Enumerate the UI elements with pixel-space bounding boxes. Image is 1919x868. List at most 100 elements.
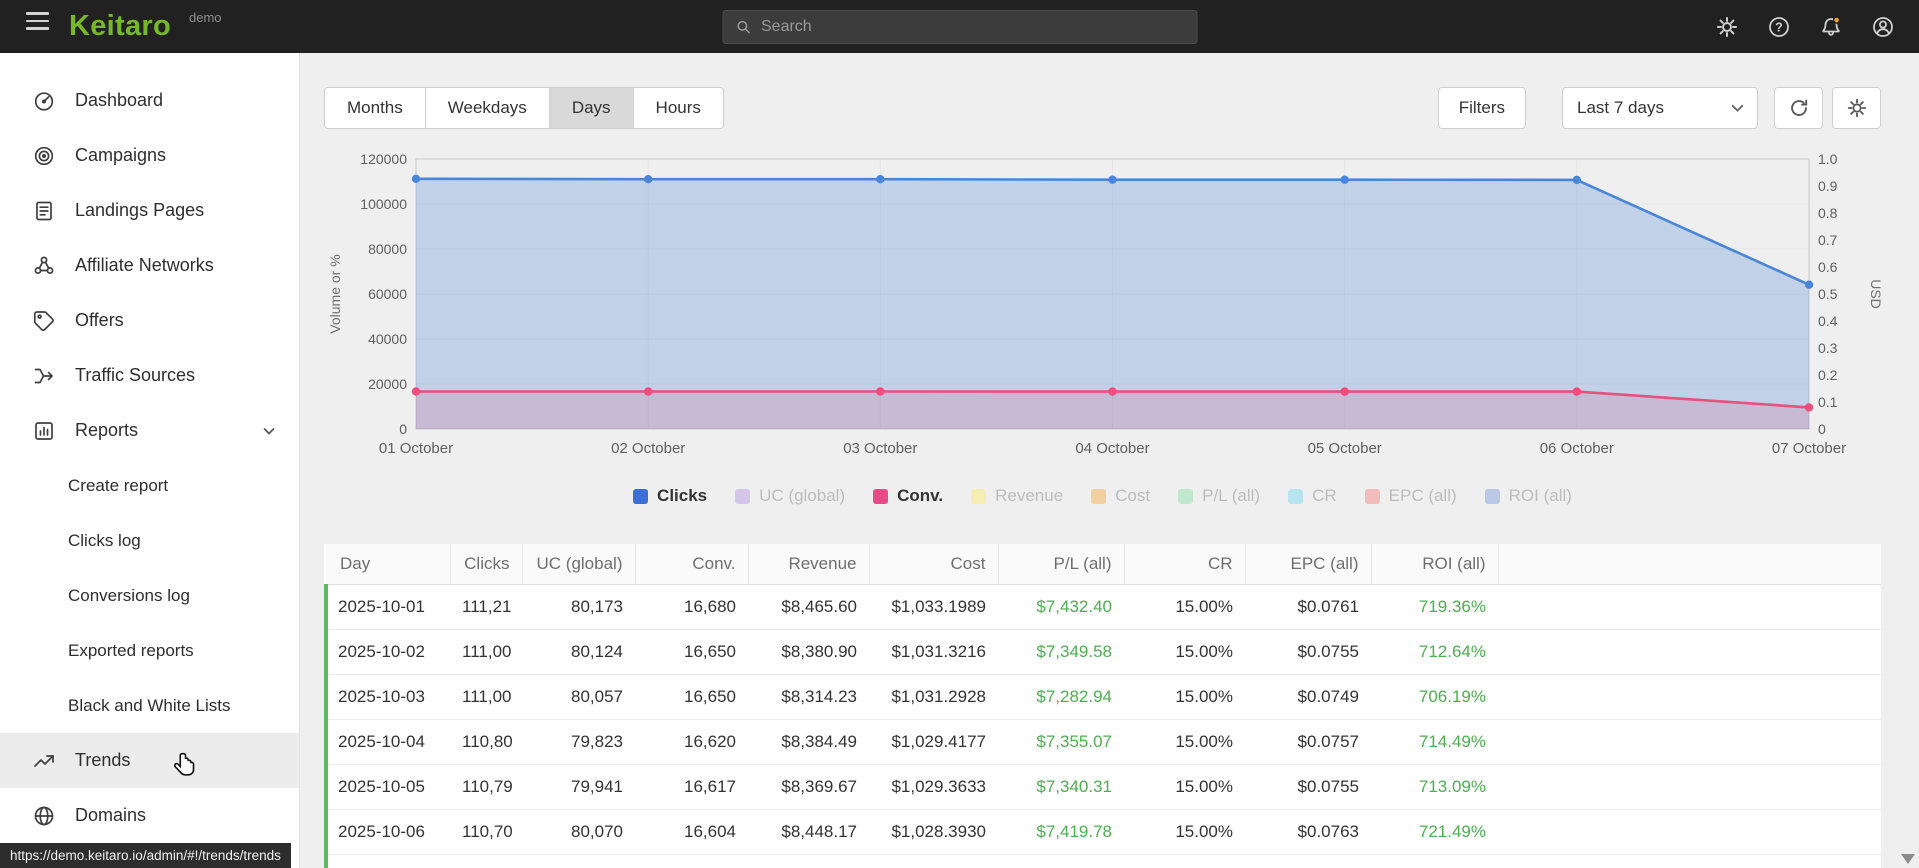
cell-roi-all: 712.64% xyxy=(1371,629,1498,675)
column-header-revenue[interactable]: Revenue xyxy=(748,544,870,585)
cell-filler xyxy=(1498,629,1881,675)
hamburger-menu-button[interactable] xyxy=(24,6,51,36)
legend-item-p-l-all[interactable]: P/L (all) xyxy=(1178,486,1260,506)
cell-day: 2025-10-03 xyxy=(324,674,450,720)
tab-hours[interactable]: Hours xyxy=(633,87,724,129)
sidebar-subitem-exported-reports[interactable]: Exported reports xyxy=(0,623,299,678)
legend-label: CR xyxy=(1312,486,1337,505)
sidebar-item-offers[interactable]: Offers xyxy=(0,293,299,348)
sidebar-item-affiliate-networks[interactable]: Affiliate Networks xyxy=(0,238,299,293)
cell-cr: 15.00% xyxy=(1124,854,1245,868)
svg-text:40000: 40000 xyxy=(368,331,407,347)
cell-clicks: 111,21 xyxy=(450,584,522,630)
settings-button[interactable] xyxy=(1715,15,1739,39)
tab-days[interactable]: Days xyxy=(549,87,634,129)
legend-label: EPC (all) xyxy=(1388,486,1457,505)
search-box[interactable] xyxy=(722,10,1197,44)
chart-settings-button[interactable] xyxy=(1832,87,1881,129)
user-icon xyxy=(1873,16,1893,37)
keitaro-logo[interactable]: Keitaro xyxy=(69,0,171,53)
tab-months[interactable]: Months xyxy=(324,87,426,129)
date-range-value: Last 7 days xyxy=(1577,98,1664,117)
table-row: 2025-10-05 110,79 79,941 16,617 $8,369.67 $1,… xyxy=(324,764,1881,810)
date-range-select[interactable]: Last 7 days xyxy=(1562,87,1758,129)
legend-item-revenue[interactable]: Revenue xyxy=(971,486,1063,506)
sidebar-item-domains[interactable]: Domains xyxy=(0,788,299,843)
legend-label: Revenue xyxy=(995,486,1064,505)
filters-button[interactable]: Filters xyxy=(1437,87,1526,129)
cell-cost: $1,029.3633 xyxy=(869,764,998,810)
legend-item-uc-global[interactable]: UC (global) xyxy=(735,486,845,506)
sidebar-item-landings-pages[interactable]: Landings Pages xyxy=(0,183,299,238)
sidebar-item-dashboard[interactable]: Dashboard xyxy=(0,73,299,128)
sidebar-item-label: Trends xyxy=(75,750,131,770)
affiliate-networks-icon xyxy=(34,256,54,274)
cell-roi-all: 716.66% xyxy=(1371,854,1498,868)
table-row: 2025-10-06 110,70 80,070 16,604 $8,448.17 $1,… xyxy=(324,809,1881,855)
sidebar-subitem-clicks-log[interactable]: Clicks log xyxy=(0,513,299,568)
column-header-day[interactable]: Day xyxy=(326,544,451,585)
sidebar: Dashboard Campaigns Landings Pages Affiliat… xyxy=(0,53,300,868)
sidebar-item-reports[interactable]: Reports xyxy=(0,403,299,458)
cell-roi-all: 714.49% xyxy=(1371,719,1498,765)
legend-label: ROI (all) xyxy=(1508,486,1572,505)
cell-clicks: 110,70 xyxy=(450,809,522,855)
column-header-cost[interactable]: Cost xyxy=(869,544,999,585)
account-button[interactable] xyxy=(1871,15,1895,39)
legend-item-cost[interactable]: Cost xyxy=(1091,486,1150,506)
column-header-uc-global[interactable]: UC (global) xyxy=(522,544,636,585)
landing-pages-icon xyxy=(36,201,52,220)
cell-p-l-all: $7,355.07 xyxy=(998,719,1124,765)
sidebar-item-label: Offers xyxy=(75,310,124,330)
legend-label: P/L (all) xyxy=(1202,486,1261,505)
help-button[interactable]: ? xyxy=(1767,15,1791,39)
svg-text:0: 0 xyxy=(399,421,407,437)
svg-text:?: ? xyxy=(1775,20,1783,34)
cell-epc-all: $0.0757 xyxy=(1245,719,1371,765)
sidebar-subitem-conversions-log[interactable]: Conversions log xyxy=(0,568,299,623)
dashboard-icon xyxy=(34,91,54,111)
tab-weekdays[interactable]: Weekdays xyxy=(425,87,550,129)
cell-conv: 16,620 xyxy=(635,719,748,765)
column-header-cr[interactable]: CR xyxy=(1124,544,1246,585)
legend-item-roi-all[interactable]: ROI (all) xyxy=(1484,486,1572,506)
cell-uc-global: 80,057 xyxy=(522,674,635,720)
legend-swatch xyxy=(1484,488,1500,504)
cell-uc-global: 80,070 xyxy=(522,809,635,855)
legend-item-clicks[interactable]: Clicks xyxy=(633,486,707,506)
cell-epc-all: $0.0749 xyxy=(1245,674,1371,720)
scroll-indicator-icon[interactable] xyxy=(1901,854,1915,864)
svg-text:0.9: 0.9 xyxy=(1818,178,1838,194)
cell-roi-all: 706.19% xyxy=(1371,674,1498,720)
legend-item-conv[interactable]: Conv. xyxy=(873,486,943,506)
legend-item-cr[interactable]: CR xyxy=(1288,486,1337,506)
column-header-roi-all[interactable]: ROI (all) xyxy=(1371,544,1499,585)
search-input[interactable] xyxy=(761,18,1185,36)
cell-filler xyxy=(1498,854,1881,868)
column-header-p-l-all[interactable]: P/L (all) xyxy=(998,544,1125,585)
cell-day: 2025-10-07 xyxy=(324,854,450,868)
sidebar-subitem-create-report[interactable]: Create report xyxy=(0,458,299,513)
campaigns-icon xyxy=(34,146,54,165)
sidebar-item-label: Dashboard xyxy=(75,90,164,110)
column-header-conv[interactable]: Conv. xyxy=(635,544,749,585)
trends-toolbar: Months Weekdays Days Hours Filters Last 7 d… xyxy=(324,87,1881,129)
table-row: 2025-10-0764,1146,2599,616$4,883.04$597.… xyxy=(324,854,1881,868)
column-header-epc-all[interactable]: EPC (all) xyxy=(1245,544,1372,585)
legend-item-epc-all[interactable]: EPC (all) xyxy=(1364,486,1457,506)
notifications-button[interactable] xyxy=(1819,15,1843,39)
cell-cr: 15.00% xyxy=(1124,809,1245,855)
help-icon: ? xyxy=(1769,16,1789,37)
refresh-button[interactable] xyxy=(1774,87,1823,129)
legend-swatch xyxy=(1091,488,1107,504)
cell-p-l-all: $4,285.11 xyxy=(998,854,1124,868)
svg-text:03 October: 03 October xyxy=(843,440,917,457)
sidebar-subitem-black-and-white-lists[interactable]: Black and White Lists xyxy=(0,678,299,733)
legend-swatch xyxy=(1178,488,1194,504)
sidebar-item-trends[interactable]: Trends xyxy=(0,733,299,788)
column-header-clicks[interactable]: Clicks xyxy=(450,544,523,585)
cell-uc-global: 79,941 xyxy=(522,764,635,810)
sidebar-item-campaigns[interactable]: Campaigns xyxy=(0,128,299,183)
sidebar-item-traffic-sources[interactable]: Traffic Sources xyxy=(0,348,299,403)
cell-uc-global: 80,124 xyxy=(522,629,635,675)
